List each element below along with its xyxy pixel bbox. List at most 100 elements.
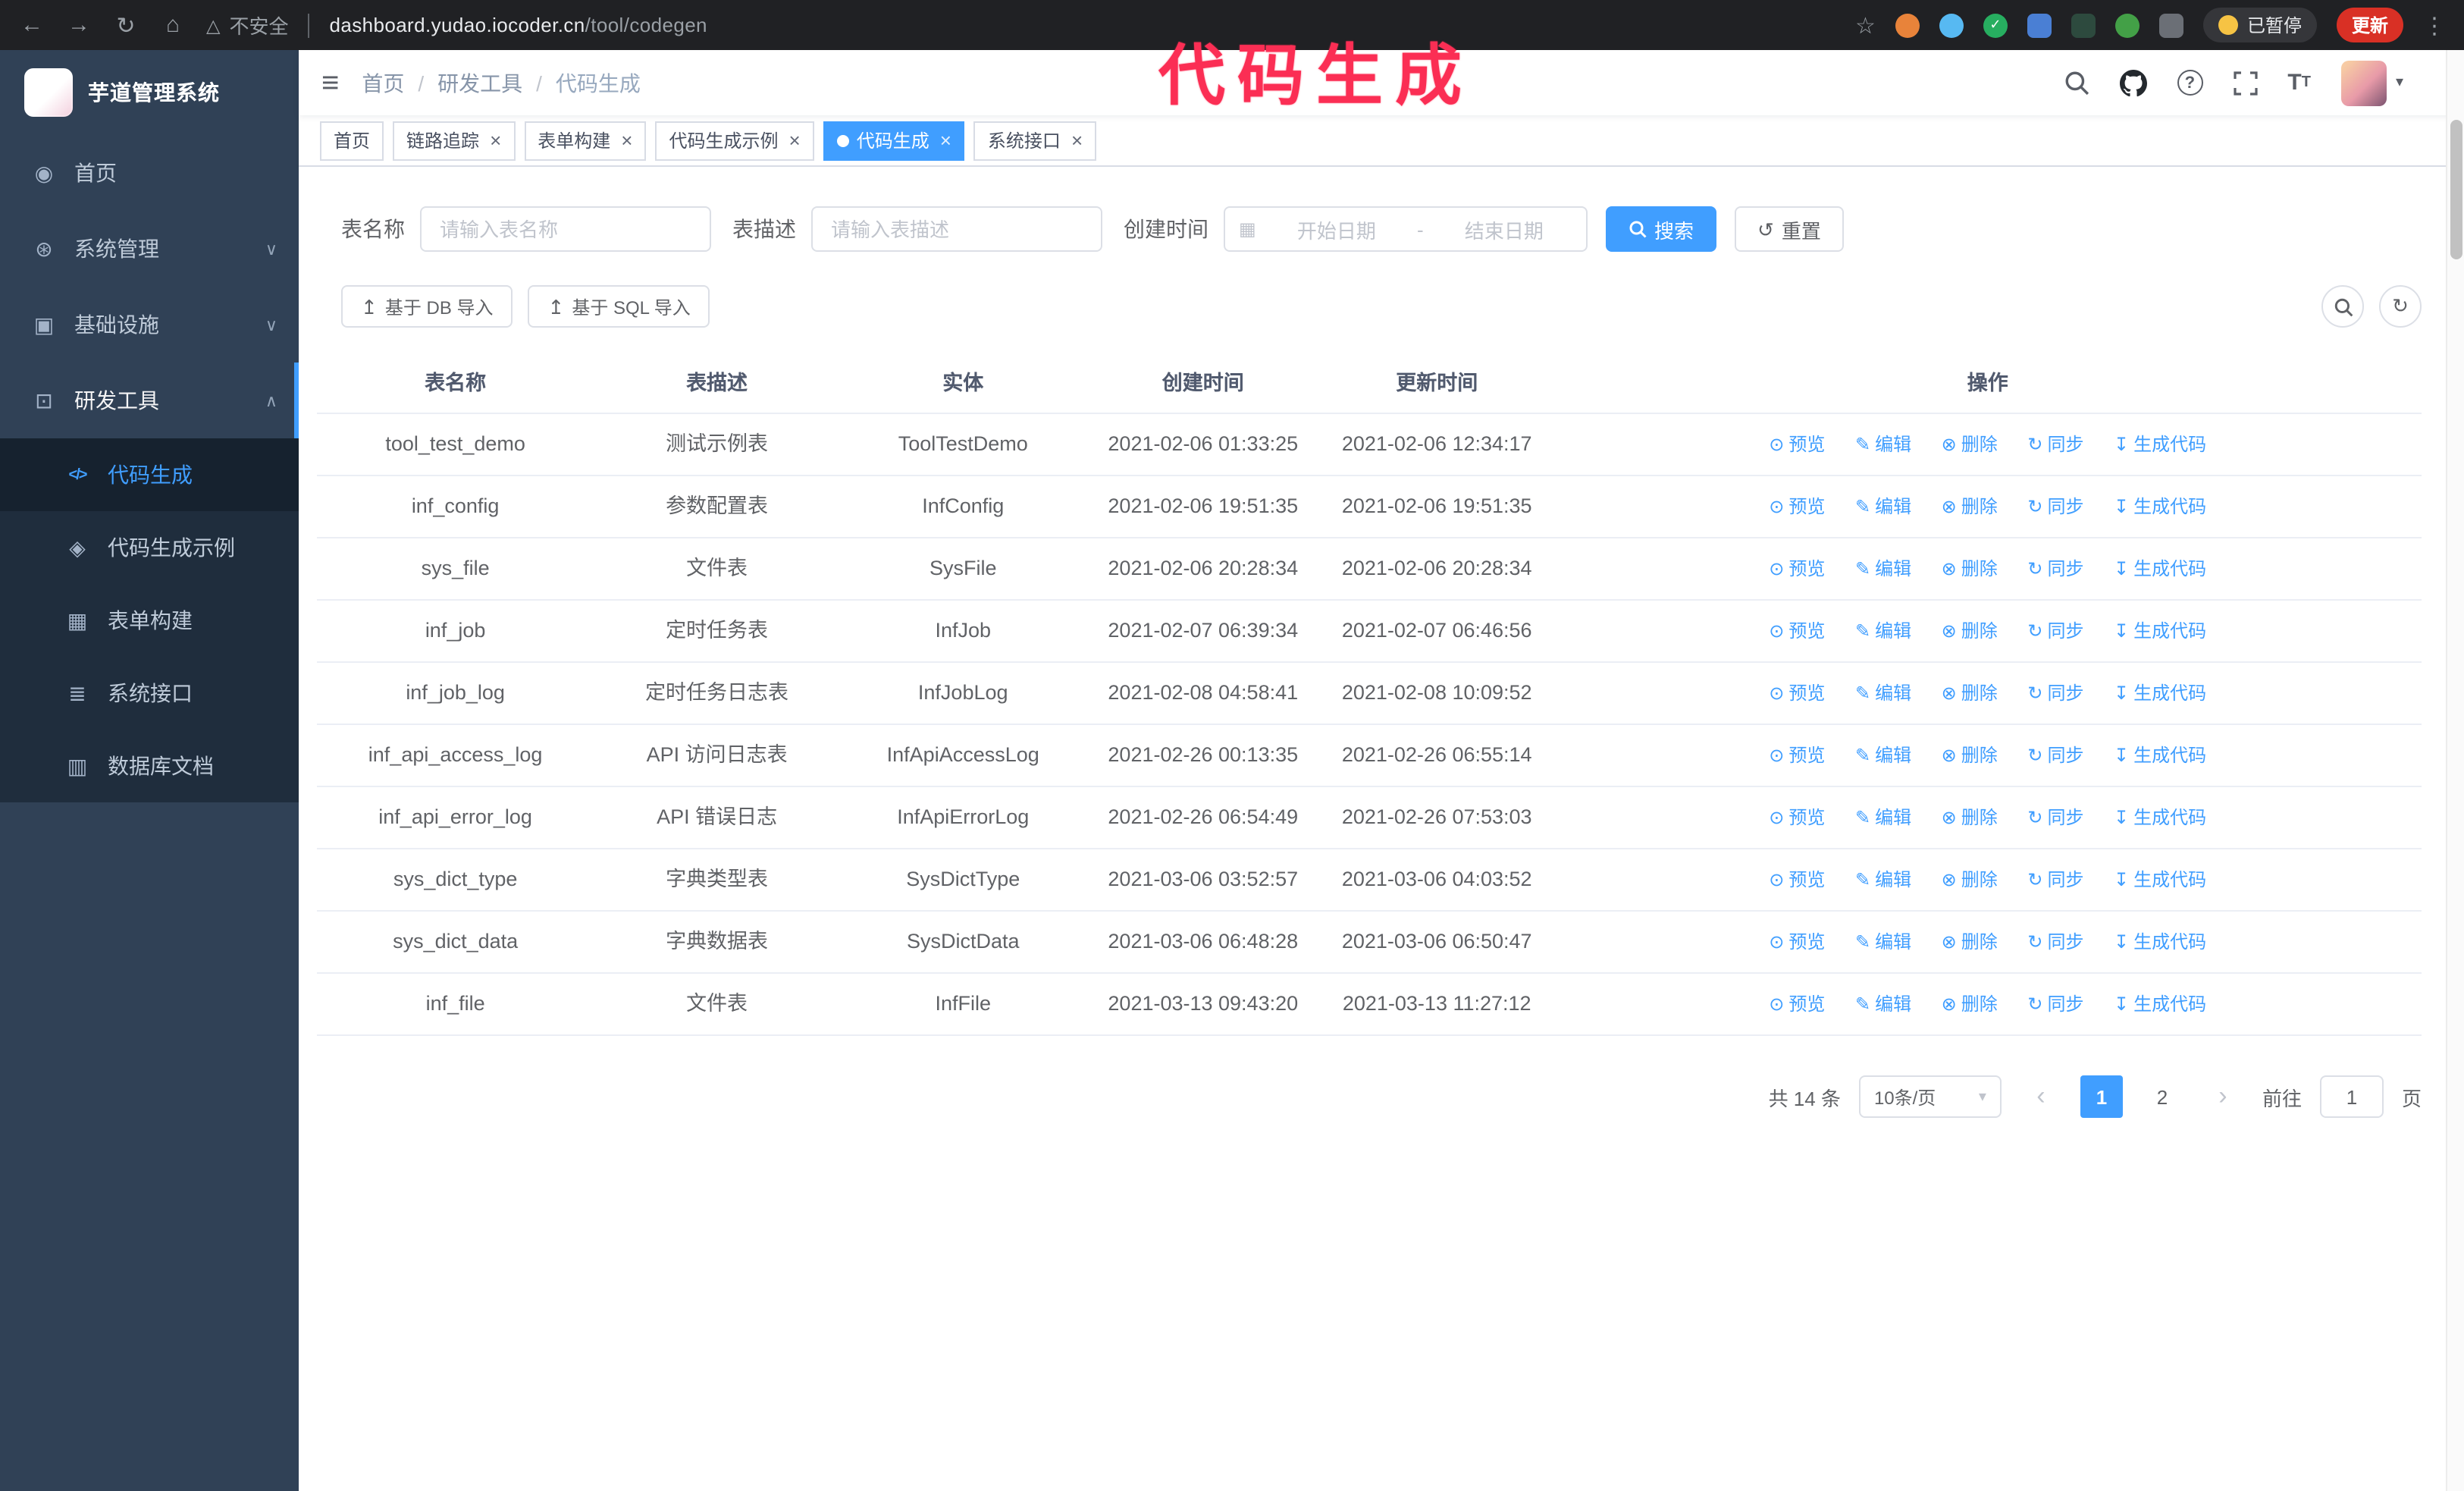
extension-icon[interactable] [2071,13,2096,37]
search-icon[interactable] [2063,70,2089,96]
delete-link[interactable]: ⊗ 删除 [1942,990,1998,1018]
edit-link[interactable]: ✎ 编辑 [1855,742,1911,769]
prev-page-button[interactable]: ‹ [2019,1075,2062,1118]
preview-link[interactable]: ⊙ 预览 [1769,431,1825,458]
edit-link[interactable]: ✎ 编辑 [1855,431,1911,458]
sidebar-item-codegen-example[interactable]: ◈ 代码生成示例 [0,511,299,584]
preview-link[interactable]: ⊙ 预览 [1769,990,1825,1018]
extension-icon[interactable] [2027,13,2052,37]
breadcrumb-home[interactable]: 首页 [362,67,404,98]
sync-link[interactable]: ↻ 同步 [2027,431,2083,458]
font-size-icon[interactable]: TT [2287,70,2311,96]
close-tab-icon[interactable]: × [1071,130,1083,150]
preview-link[interactable]: ⊙ 预览 [1769,493,1825,520]
tab-codegen-example[interactable]: 代码生成示例 × [655,121,814,160]
delete-link[interactable]: ⊗ 删除 [1942,742,1998,769]
delete-link[interactable]: ⊗ 删除 [1942,617,1998,645]
back-icon[interactable]: ← [18,12,45,38]
date-range-picker[interactable]: ▦ 开始日期 - 结束日期 [1224,206,1588,252]
menu-kebab-icon[interactable]: ⋮ [2423,11,2446,39]
profile-paused-badge[interactable]: 已暂停 [2202,8,2317,42]
generate-code-link[interactable]: ↧ 生成代码 [2114,431,2206,458]
hamburger-icon[interactable]: ≡ [299,67,362,98]
sync-link[interactable]: ↻ 同步 [2027,493,2083,520]
delete-link[interactable]: ⊗ 删除 [1942,555,1998,582]
extension-icon[interactable] [1939,13,1964,37]
preview-link[interactable]: ⊙ 预览 [1769,804,1825,831]
sync-link[interactable]: ↻ 同步 [2027,928,2083,956]
close-tab-icon[interactable]: × [490,130,501,150]
sync-link[interactable]: ↻ 同步 [2027,990,2083,1018]
table-name-input[interactable] [420,206,711,252]
generate-code-link[interactable]: ↧ 生成代码 [2114,617,2206,645]
refresh-button[interactable]: ↻ [2379,285,2422,328]
delete-link[interactable]: ⊗ 删除 [1942,804,1998,831]
sidebar-item-devtools[interactable]: ⊡ 研发工具 ∧ [0,363,299,438]
edit-link[interactable]: ✎ 编辑 [1855,866,1911,893]
search-button[interactable]: 搜索 [1606,206,1717,252]
next-page-button[interactable]: › [2201,1075,2244,1118]
goto-page-input[interactable] [2319,1075,2384,1118]
edit-link[interactable]: ✎ 编辑 [1855,493,1911,520]
edit-link[interactable]: ✎ 编辑 [1855,804,1911,831]
close-tab-icon[interactable]: × [621,130,632,150]
generate-code-link[interactable]: ↧ 生成代码 [2114,928,2206,956]
edit-link[interactable]: ✎ 编辑 [1855,928,1911,956]
delete-link[interactable]: ⊗ 删除 [1942,928,1998,956]
page-button-1[interactable]: 1 [2080,1075,2123,1118]
address-bar[interactable]: dashboard.yudao.iocoder.cn/tool/codegen [330,14,707,36]
page-size-select[interactable]: 10条/页 ▾ [1858,1075,2002,1118]
close-tab-icon[interactable]: × [789,130,801,150]
delete-link[interactable]: ⊗ 删除 [1942,680,1998,707]
close-tab-icon[interactable]: × [940,130,951,150]
extension-icon[interactable] [2158,13,2183,37]
reset-button[interactable]: ↺ 重置 [1735,206,1844,252]
forward-icon[interactable]: → [65,12,92,38]
extension-icon[interactable] [1895,13,1920,37]
edit-link[interactable]: ✎ 编辑 [1855,990,1911,1018]
tab-tracing[interactable]: 链路追踪 × [393,121,516,160]
generate-code-link[interactable]: ↧ 生成代码 [2114,804,2206,831]
github-icon[interactable] [2119,69,2147,96]
generate-code-link[interactable]: ↧ 生成代码 [2114,990,2206,1018]
sync-link[interactable]: ↻ 同步 [2027,804,2083,831]
breadcrumb-devtools[interactable]: 研发工具 [437,67,522,98]
preview-link[interactable]: ⊙ 预览 [1769,555,1825,582]
generate-code-link[interactable]: ↧ 生成代码 [2114,742,2206,769]
bookmark-star-icon[interactable]: ☆ [1855,11,1876,39]
tab-codegen[interactable]: 代码生成 × [823,121,965,160]
user-menu[interactable]: ▾ [2340,60,2403,105]
preview-link[interactable]: ⊙ 预览 [1769,866,1825,893]
scrollbar[interactable] [2446,50,2464,1491]
sidebar-item-system[interactable]: ⊛ 系统管理 ∨ [0,211,299,287]
sync-link[interactable]: ↻ 同步 [2027,680,2083,707]
edit-link[interactable]: ✎ 编辑 [1855,680,1911,707]
extension-icon[interactable]: ✓ [1983,13,2008,37]
preview-link[interactable]: ⊙ 预览 [1769,680,1825,707]
security-chip[interactable]: △ 不安全 [206,11,289,39]
generate-code-link[interactable]: ↧ 生成代码 [2114,680,2206,707]
fullscreen-icon[interactable] [2233,71,2257,95]
delete-link[interactable]: ⊗ 删除 [1942,493,1998,520]
sidebar-item-home[interactable]: ◉ 首页 [0,135,299,211]
import-sql-button[interactable]: ↥ 基于 SQL 导入 [528,285,710,328]
sidebar-item-infra[interactable]: ▣ 基础设施 ∨ [0,287,299,363]
help-icon[interactable]: ? [2177,70,2203,96]
home-icon[interactable]: ⌂ [159,12,187,38]
delete-link[interactable]: ⊗ 删除 [1942,431,1998,458]
sidebar-item-codegen[interactable]: </> 代码生成 [0,438,299,511]
page-button-2[interactable]: 2 [2140,1075,2183,1118]
sync-link[interactable]: ↻ 同步 [2027,742,2083,769]
edit-link[interactable]: ✎ 编辑 [1855,555,1911,582]
generate-code-link[interactable]: ↧ 生成代码 [2114,493,2206,520]
import-db-button[interactable]: ↥ 基于 DB 导入 [341,285,513,328]
sync-link[interactable]: ↻ 同步 [2027,866,2083,893]
table-desc-input[interactable] [811,206,1102,252]
tab-home[interactable]: 首页 [320,121,384,160]
update-button[interactable]: 更新 [2336,8,2403,42]
toggle-search-button[interactable] [2321,285,2364,328]
app-logo[interactable]: 芋道管理系统 [0,50,299,135]
sync-link[interactable]: ↻ 同步 [2027,617,2083,645]
generate-code-link[interactable]: ↧ 生成代码 [2114,866,2206,893]
sidebar-item-form-builder[interactable]: ▦ 表单构建 [0,584,299,657]
